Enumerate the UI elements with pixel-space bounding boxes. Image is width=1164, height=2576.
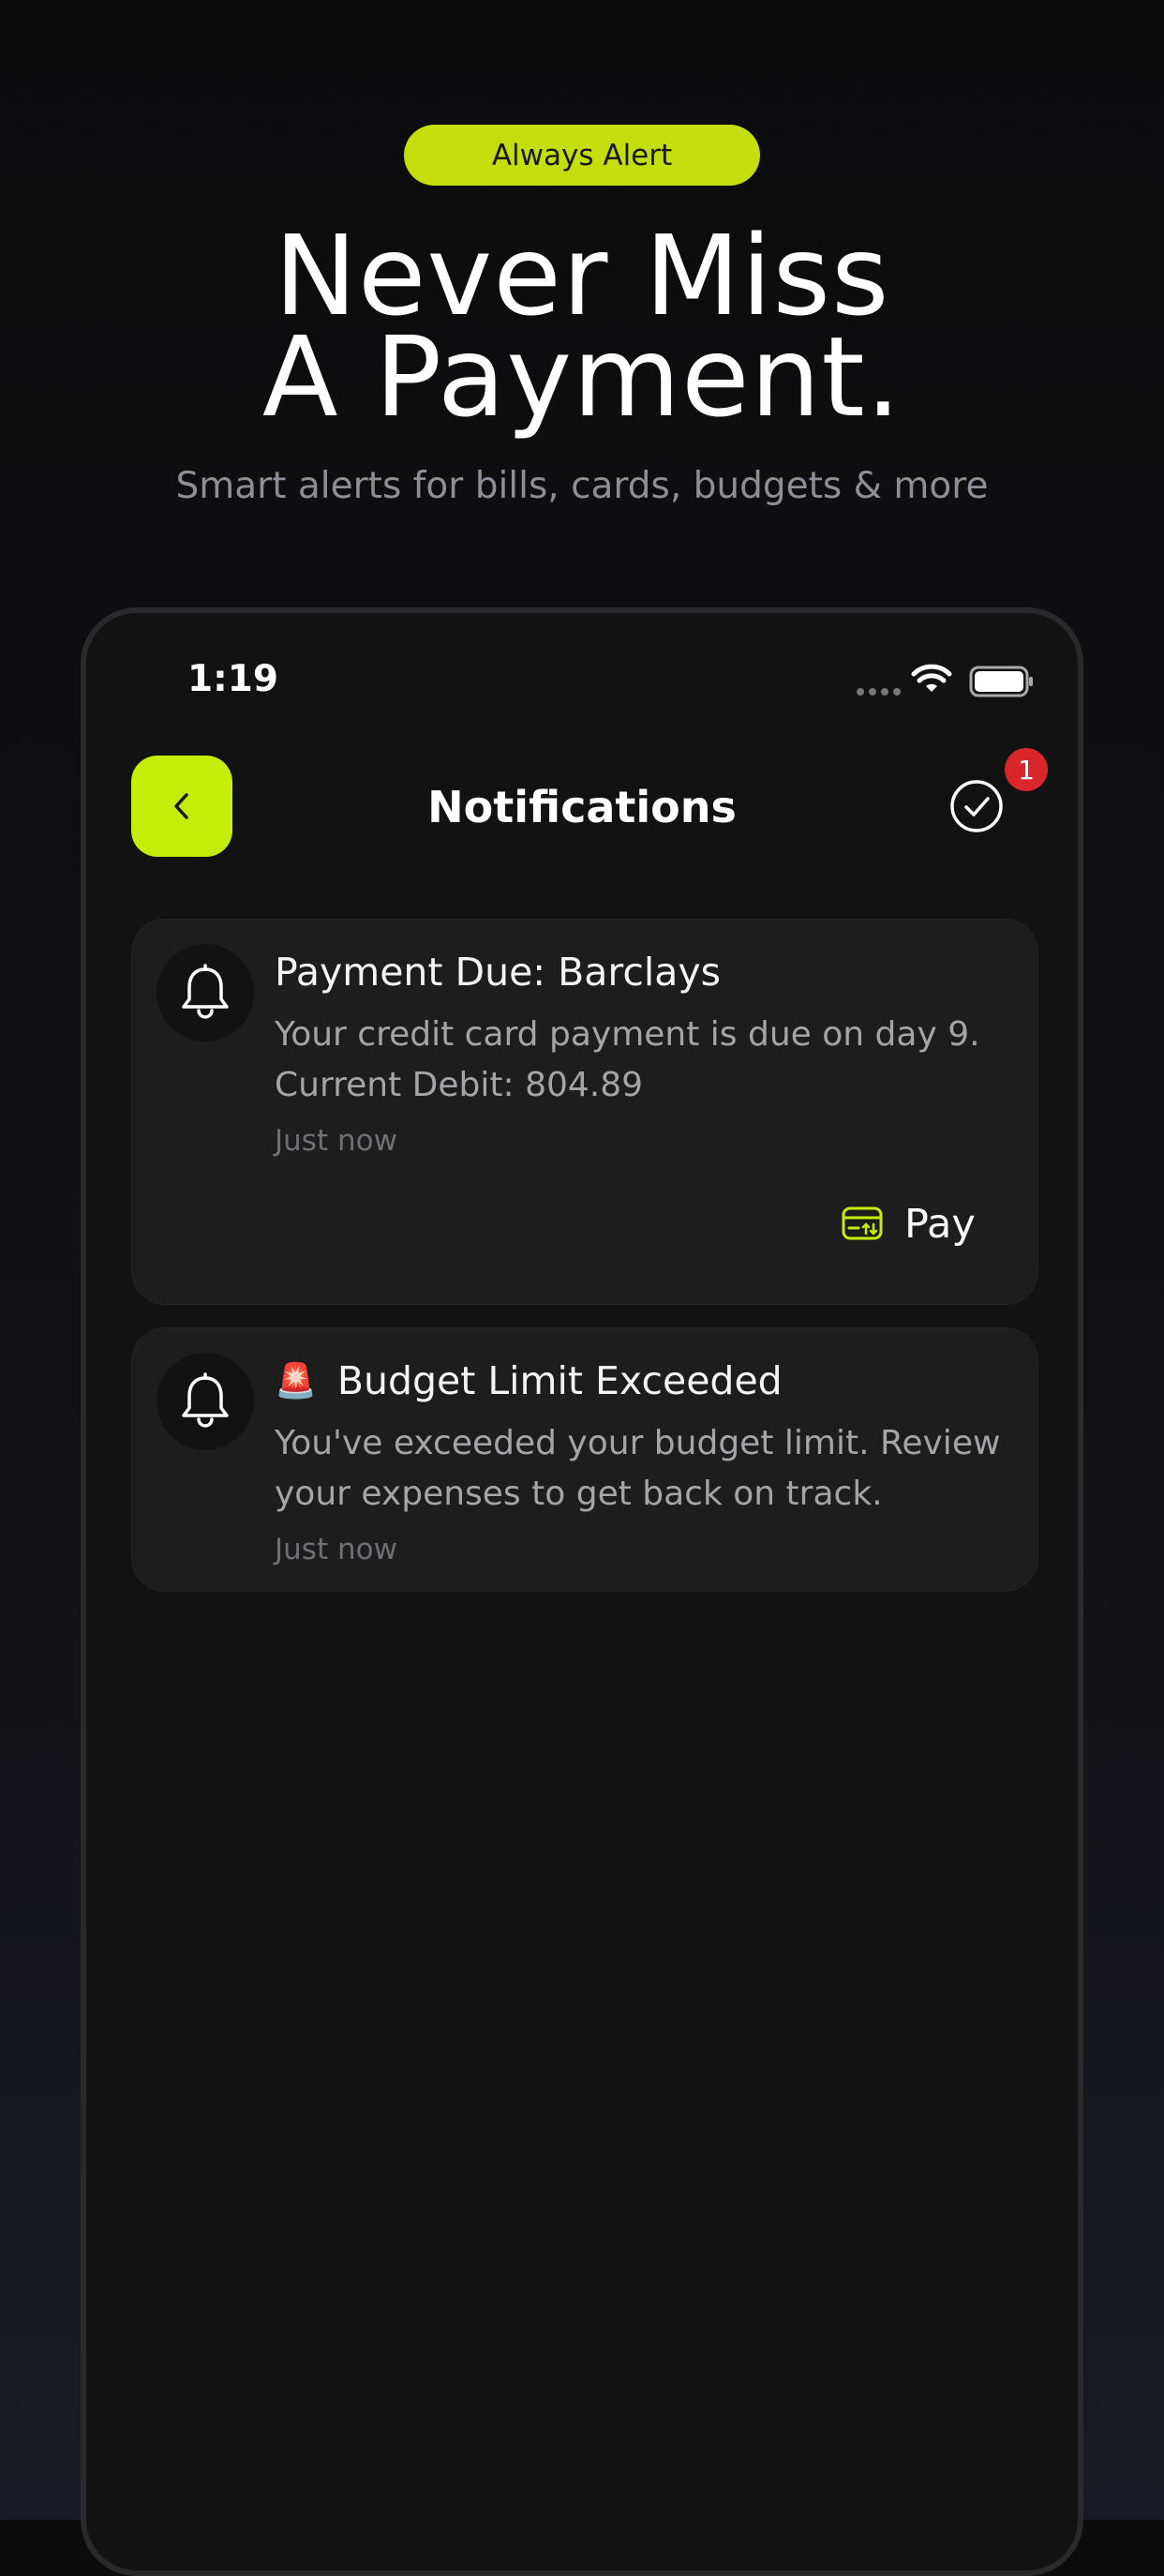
notification-card[interactable]: Payment Due: Barclays Your credit card p… — [131, 919, 1038, 1305]
notification-body-line-1: You've exceeded your budget limit. Revie… — [275, 1424, 1001, 1462]
promo-subheadline: Smart alerts for bills, cards, budgets &… — [175, 465, 989, 507]
phone-frame: 1:19 Notifications 1 Payment Due: Barcla… — [81, 607, 1083, 2576]
pay-button[interactable]: Pay — [841, 1201, 976, 1248]
notification-title: Budget Limit Exceeded — [336, 1358, 783, 1403]
notification-body: Your credit card payment is due on day 9… — [275, 1010, 1006, 1111]
battery-icon — [969, 666, 1033, 697]
headline-line-1: Never Miss — [274, 211, 890, 340]
headline-line-2: A Payment. — [261, 312, 903, 442]
bell-icon — [182, 1372, 229, 1428]
wifi-icon — [911, 664, 952, 692]
notification-body-line-2: your expenses to get back on track. — [275, 1475, 883, 1513]
notification-body-line-1: Your credit card payment is due on day 9… — [275, 1015, 980, 1054]
bell-icon-wrapper — [157, 944, 254, 1041]
signal-dots-icon — [857, 688, 901, 696]
bell-icon — [182, 964, 229, 1019]
badge-count: 1 — [1018, 754, 1035, 786]
notification-title-row: 🚨 Budget Limit Exceeded — [275, 1358, 783, 1403]
bell-icon-wrapper — [157, 1353, 254, 1450]
notification-card[interactable]: 🚨 Budget Limit Exceeded You've exceeded … — [131, 1327, 1038, 1592]
notification-title: Payment Due: Barclays — [275, 950, 722, 995]
notification-time: Just now — [275, 1533, 397, 1566]
status-time: 1:19 — [187, 658, 279, 700]
notification-time: Just now — [275, 1124, 397, 1158]
promo-headline: Never Miss A Payment. — [0, 211, 1164, 442]
check-circle-icon[interactable] — [948, 778, 1005, 834]
notification-badge: 1 — [1005, 748, 1048, 791]
always-alert-pill: Always Alert — [404, 125, 760, 186]
card-transfer-icon — [842, 1206, 883, 1240]
notification-body-line-2: Current Debit: 804.89 — [275, 1066, 644, 1104]
pay-button-label: Pay — [904, 1201, 976, 1248]
pill-label: Always Alert — [491, 138, 673, 172]
page-title: Notifications — [427, 782, 737, 832]
notification-body: You've exceeded your budget limit. Revie… — [275, 1418, 1006, 1520]
siren-icon: 🚨 — [275, 1362, 317, 1400]
